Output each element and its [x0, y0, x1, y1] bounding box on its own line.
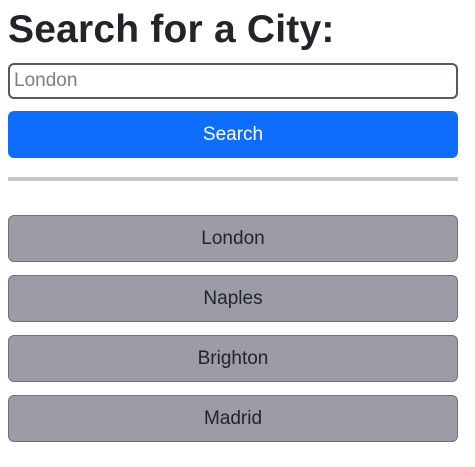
search-button[interactable]: Search	[8, 111, 458, 158]
city-button-brighton[interactable]: Brighton	[8, 335, 458, 382]
list-item: Naples	[8, 275, 458, 322]
page-title: Search for a City:	[8, 8, 335, 51]
app-root: Search for a City: Search London Naples …	[0, 0, 475, 467]
recent-cities-list: London Naples Brighton Madrid	[8, 215, 458, 455]
list-item: Madrid	[8, 395, 458, 442]
city-button-madrid[interactable]: Madrid	[8, 395, 458, 442]
city-button-london[interactable]: London	[8, 215, 458, 262]
list-item: London	[8, 215, 458, 262]
divider	[8, 177, 458, 181]
list-item: Brighton	[8, 335, 458, 382]
city-search-input[interactable]	[8, 63, 458, 99]
city-button-naples[interactable]: Naples	[8, 275, 458, 322]
